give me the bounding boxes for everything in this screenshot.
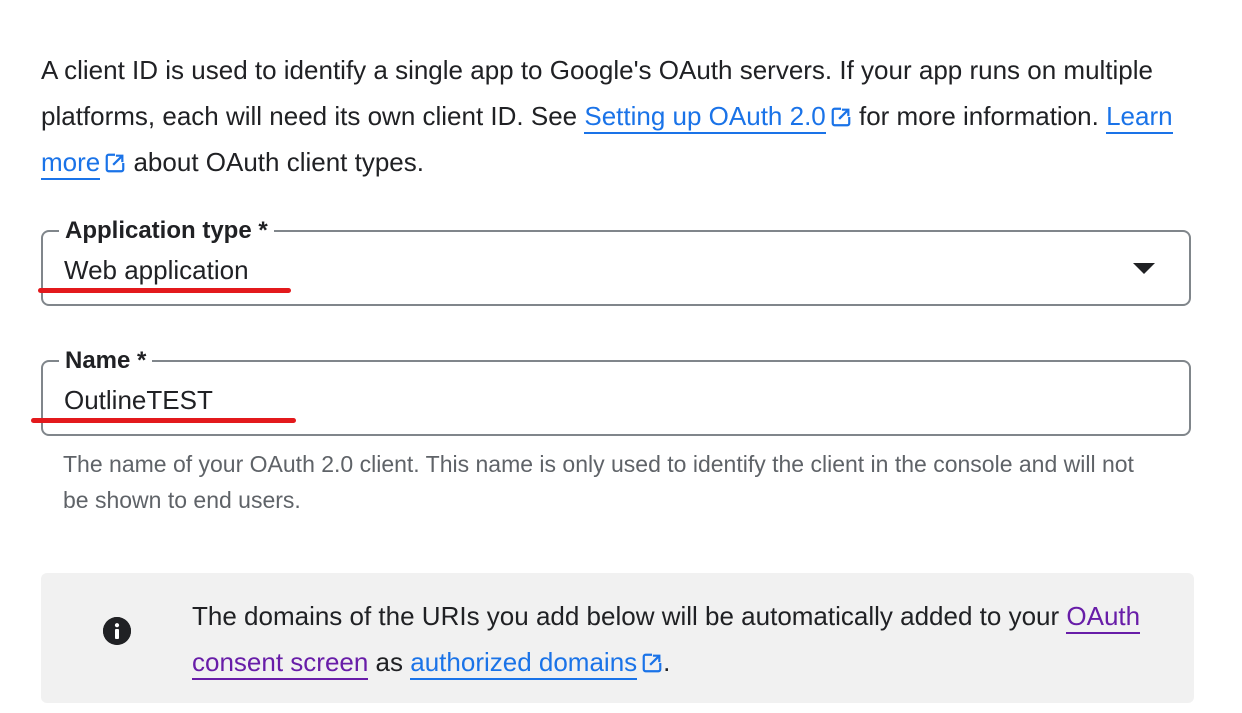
name-label: Name * xyxy=(59,346,153,376)
application-type-label: Application type * xyxy=(59,216,274,246)
red-annotation-underline xyxy=(31,418,296,423)
info-icon xyxy=(103,617,131,645)
dropdown-arrow-icon[interactable] xyxy=(1133,263,1155,274)
red-annotation-underline xyxy=(38,288,291,293)
info-notice-text: The domains of the URIs you add below wi… xyxy=(192,593,1152,685)
info-text-2: as xyxy=(368,647,411,677)
intro-paragraph: A client ID is used to identify a single… xyxy=(41,47,1201,185)
info-notice: The domains of the URIs you add below wi… xyxy=(41,573,1194,703)
authorized-domains-link[interactable]: authorized domains xyxy=(410,647,638,680)
external-link-icon[interactable] xyxy=(641,652,663,674)
name-helper-text: The name of your OAuth 2.0 client. This … xyxy=(63,451,1134,513)
external-link-icon[interactable] xyxy=(104,152,126,174)
intro-text-3: about OAuth client types. xyxy=(126,147,424,177)
name-input-value: OutlineTEST xyxy=(64,385,213,415)
application-type-value: Web application xyxy=(64,255,249,285)
application-type-select[interactable]: Application type * Web application xyxy=(41,216,1191,306)
name-input-field[interactable]: Name * OutlineTEST xyxy=(41,346,1191,436)
intro-text-2: for more information. xyxy=(851,101,1107,131)
external-link-icon[interactable] xyxy=(830,106,852,128)
setting-up-oauth-link[interactable]: Setting up OAuth 2.0 xyxy=(584,101,826,134)
info-text-1: The domains of the URIs you add below wi… xyxy=(192,601,1067,631)
info-text-3: . xyxy=(663,647,671,677)
